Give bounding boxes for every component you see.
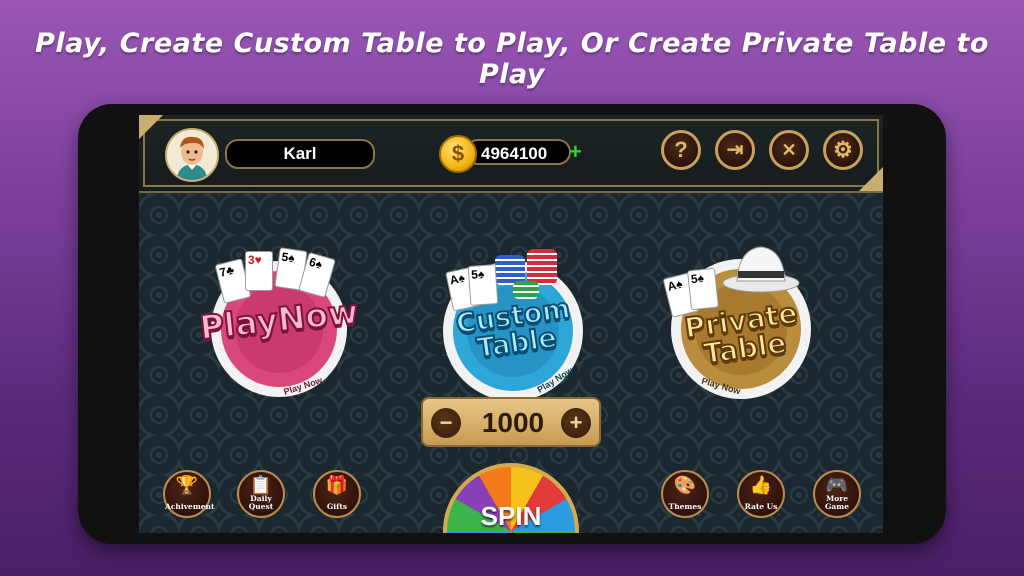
quest-icon: 📋 — [249, 475, 273, 495]
spin-button-label[interactable]: SPIN — [443, 501, 579, 532]
settings-button[interactable]: ⚙ — [823, 130, 863, 170]
daily-quest-button[interactable]: 📋 Daily Quest — [237, 470, 285, 518]
gift-icon: 🎁 — [325, 475, 349, 495]
help-button[interactable]: ? — [661, 130, 701, 170]
card-icon: 5♠ — [467, 264, 499, 306]
play-now-button[interactable]: 7♣ 3♥ 5♠ 6♠ PlayNow Play Now — [197, 243, 361, 403]
increase-bet-button[interactable]: + — [561, 408, 591, 438]
decrease-bet-button[interactable]: − — [431, 408, 461, 438]
player-avatar[interactable] — [165, 128, 219, 182]
coin-balance: 4964100 — [465, 139, 571, 165]
chip-stack-icon — [513, 281, 539, 299]
more-games-label: More Game — [825, 494, 849, 511]
rate-us-button[interactable]: 👍 Rate Us — [737, 470, 785, 518]
gamepad-icon: 🎮 — [825, 475, 849, 495]
share-button[interactable]: ✕ — [769, 130, 809, 170]
private-table-button[interactable]: A♠ 5♠ Private Table Play Now — [661, 239, 825, 403]
corner-ornament — [859, 167, 883, 191]
trophy-icon: 🏆 — [175, 475, 199, 495]
exit-button[interactable]: ⇥ — [715, 130, 755, 170]
corner-ornament — [139, 115, 163, 139]
top-bar: Karl 4964100 $ + ? ⇥ ✕ ⚙ — [139, 115, 883, 193]
thumbs-up-icon: 👍 — [749, 475, 773, 495]
play-now-title-1: Play — [197, 299, 281, 348]
spy-hat-icon — [722, 246, 800, 293]
palette-icon: 🎨 — [673, 475, 697, 495]
more-games-button[interactable]: 🎮 More Game — [813, 470, 861, 518]
card-icon: 5♠ — [686, 267, 720, 311]
gifts-label: Gifts — [326, 502, 348, 511]
themes-label: Themes — [668, 502, 702, 511]
promo-banner-text: Play, Create Custom Table to Play, Or Cr… — [35, 28, 989, 90]
card-icon: 3♥ — [245, 251, 273, 291]
themes-button[interactable]: 🎨 Themes — [661, 470, 709, 518]
coin-icon: $ — [439, 135, 477, 173]
chip-stack-icon — [527, 249, 557, 285]
plus-icon: + — [569, 410, 583, 435]
avatar-icon — [167, 130, 217, 180]
add-coins-button[interactable]: + — [569, 139, 582, 165]
gifts-button[interactable]: 🎁 Gifts — [313, 470, 361, 518]
help-icon: ? — [674, 137, 688, 162]
achievement-button[interactable]: 🏆 Achivement — [163, 470, 215, 518]
play-now-title-2: Now — [275, 291, 361, 340]
bet-selector: − 1000 + — [421, 397, 601, 447]
player-name: Karl — [225, 139, 375, 169]
minus-icon: − — [439, 410, 453, 435]
exit-icon: ⇥ — [726, 139, 744, 161]
share-icon: ✕ — [781, 140, 797, 160]
gear-icon: ⚙ — [833, 137, 853, 162]
custom-table-button[interactable]: A♠ 5♠ Custom Table Play Now — [435, 243, 595, 403]
daily-quest-label: Daily Quest — [248, 494, 274, 511]
bet-amount: 1000 — [481, 407, 545, 438]
achievement-label: Achivement — [165, 502, 215, 511]
rate-us-label: Rate Us — [744, 502, 778, 511]
game-lobby-screen: Karl 4964100 $ + ? ⇥ ✕ ⚙ 7♣ 3♥ 5♠ 6♠ Pla… — [139, 115, 883, 533]
